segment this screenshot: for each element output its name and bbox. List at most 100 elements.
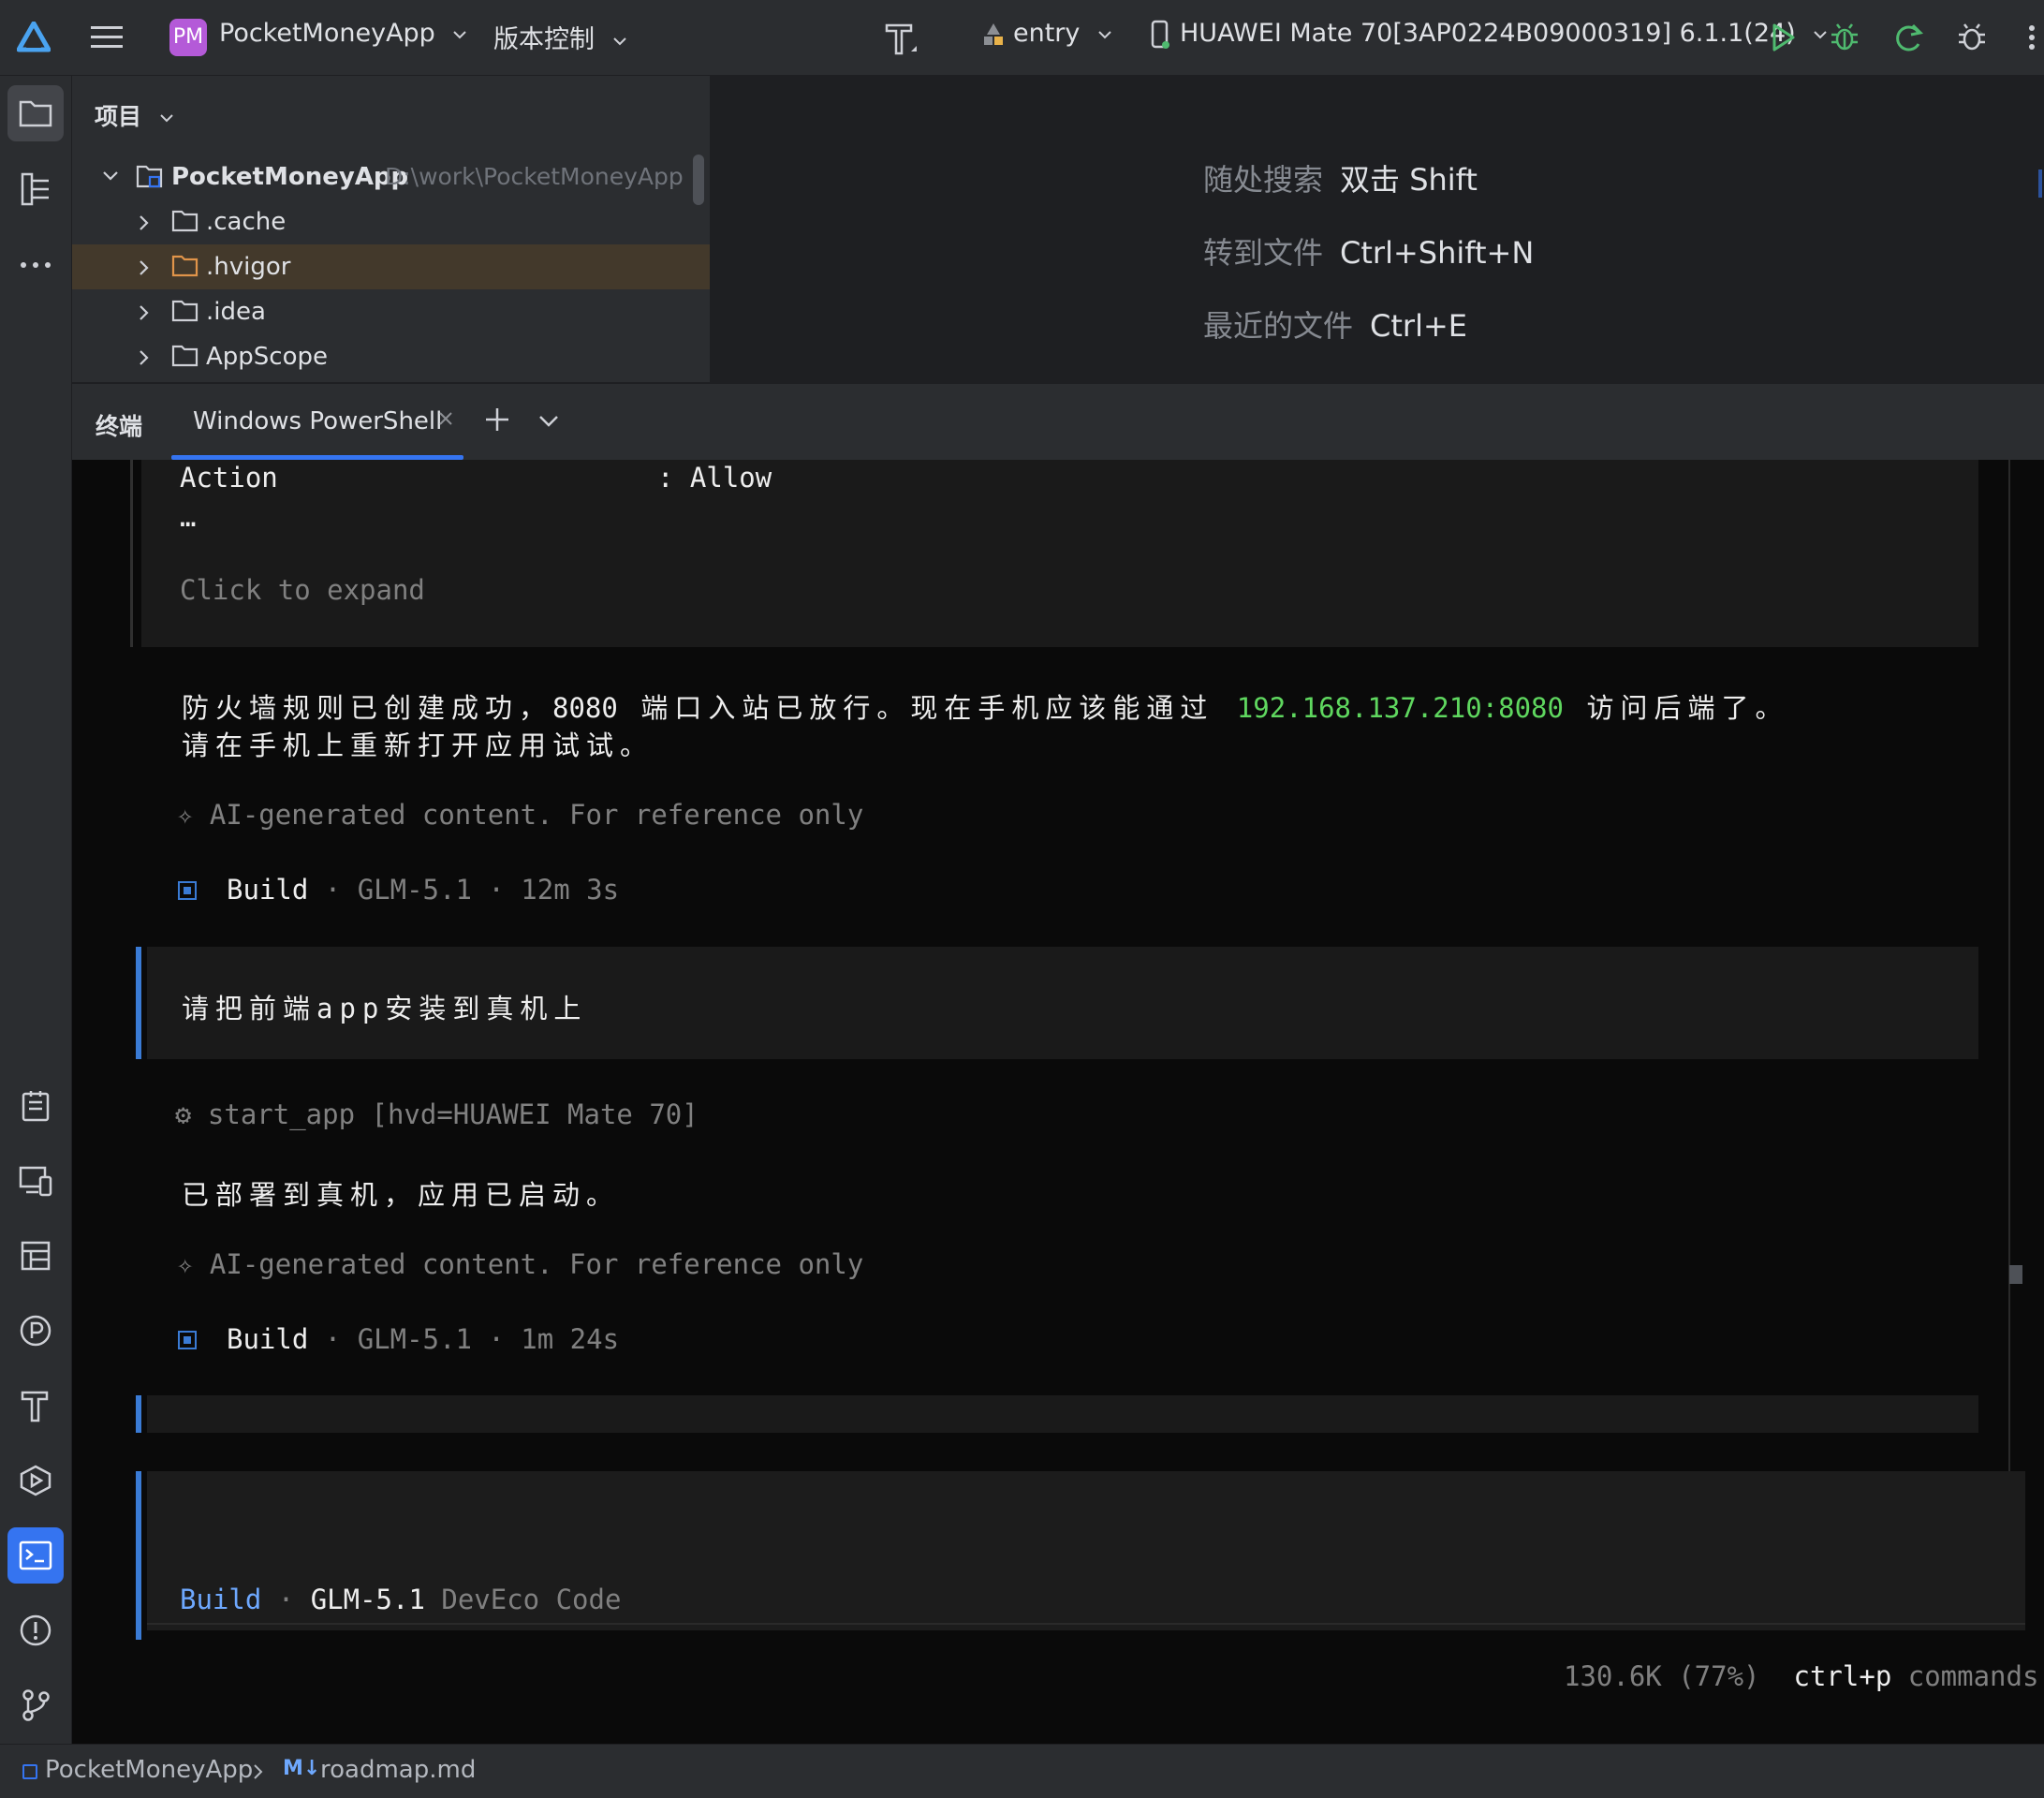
more-horizontal-icon <box>21 262 51 268</box>
output-value: : Allow <box>657 462 772 494</box>
project-panel-title[interactable]: 项目 <box>95 98 174 132</box>
folder-icon <box>171 210 199 232</box>
previewer-tool-button[interactable] <box>7 1303 64 1359</box>
close-tab-icon[interactable] <box>437 410 454 427</box>
build-square-icon <box>178 881 197 900</box>
token-usage: 130.6K (77%) <box>1564 1660 1760 1692</box>
run-icon[interactable] <box>1762 17 1803 58</box>
problems-tool-button[interactable] <box>7 1602 64 1658</box>
chevron-down-icon[interactable] <box>538 415 559 428</box>
project-panel-title-text: 项目 <box>95 103 142 130</box>
build-meta: · GLM-5.1 · 1m 24s <box>308 1323 620 1355</box>
services-tool-button[interactable] <box>7 1452 64 1509</box>
structure-tool-button[interactable] <box>7 161 64 217</box>
shortcut-label: commands <box>1891 1660 2039 1692</box>
phone-icon <box>1151 20 1169 49</box>
chevron-down-icon <box>103 171 118 181</box>
build-label: Build <box>227 1323 309 1355</box>
pending-block <box>147 1395 1978 1433</box>
more-tools-button[interactable] <box>7 237 64 293</box>
device-selector[interactable]: HUAWEI Mate 70[3AP0224B09000319] 6.1.1(2… <box>1150 19 1828 50</box>
build-label: Build <box>227 874 309 906</box>
hint-search-everywhere: 随处搜索 双击 Shift <box>1203 156 1478 199</box>
output-ellipsis: … <box>180 501 197 533</box>
status-bar: PocketMoneyApp M↓ roadmap.md <box>0 1744 2044 1798</box>
ai-disclaimer: ✧ AI-generated content. For reference on… <box>177 1248 864 1280</box>
layout-tool-button[interactable] <box>7 1228 64 1284</box>
terminal-tool-button[interactable] <box>7 1527 64 1584</box>
warning-circle-icon <box>20 1614 51 1646</box>
user-prompt-text: 请把前端app安装到真机上 <box>182 993 588 1024</box>
more-actions-icon[interactable] <box>2022 17 2041 58</box>
msg-text: 端口入站已放行。现在手机应该能通过 <box>617 692 1237 724</box>
terminal-scroll-thumb[interactable] <box>2009 1265 2022 1284</box>
shortcut-key: ctrl+p <box>1793 1660 1892 1692</box>
main-toolbar: PM PocketMoneyApp 版本控制 entry HUAWEI Mate… <box>0 0 2044 76</box>
deveco-logo-icon <box>15 19 52 56</box>
agent-mode-line: Build · GLM-5.1 DevEco Code <box>180 1584 621 1615</box>
project-scrollbar[interactable] <box>693 155 704 205</box>
breadcrumb-project[interactable]: PocketMoneyApp <box>45 1756 253 1784</box>
new-tab-plus-icon[interactable] <box>484 406 510 433</box>
device-label: HUAWEI Mate 70[3AP0224B09000319] 6.1.1(2… <box>1180 19 1796 48</box>
msg-text: 访问后端了。 <box>1563 692 1789 724</box>
table-layout-icon <box>21 1241 51 1271</box>
tab-windows-powershell[interactable]: Windows PowerShell <box>171 384 463 461</box>
git-branch-icon <box>22 1689 50 1721</box>
terminal-output[interactable]: Action : Allow … Click to expand 防火墙规则已创… <box>72 460 2044 1744</box>
project-tool-button[interactable] <box>7 85 64 141</box>
hint-shortcut: Ctrl+Shift+N <box>1340 235 1535 271</box>
terminal-scroll-track[interactable] <box>2008 460 2010 1471</box>
separator: · <box>261 1584 311 1615</box>
editor-edge-marker <box>2038 169 2042 198</box>
ip-address[interactable]: 192.168.137.210:8080 <box>1237 692 1564 724</box>
build-hammer-icon[interactable] <box>880 17 923 60</box>
project-name: PocketMoneyApp <box>219 19 435 48</box>
chevron-right-icon <box>254 1764 263 1779</box>
device-manager-button[interactable] <box>7 1153 64 1209</box>
tab-label: Windows PowerShell <box>193 407 443 435</box>
todo-tool-button[interactable] <box>7 1078 64 1134</box>
hint-action: 最近的文件 <box>1203 308 1354 344</box>
assistant-message-line: 防火墙规则已创建成功，8080 端口入站已放行。现在手机应该能通过 192.16… <box>182 686 1788 726</box>
tree-item[interactable]: .idea <box>72 289 710 334</box>
context-usage-line: 130.6K (77%) ctrl+p commands <box>1564 1660 2038 1692</box>
previewer-p-icon <box>20 1315 51 1347</box>
tool-call-line: ⚙ start_app [hvd=HUAWEI Mate 70] <box>175 1098 698 1130</box>
agent-mode[interactable]: Build <box>180 1584 261 1615</box>
click-to-expand[interactable]: Click to expand <box>180 574 425 606</box>
tree-item[interactable]: .cache <box>72 199 710 244</box>
chevron-down-icon <box>1098 30 1111 38</box>
provider-name: DevEco Code <box>424 1584 622 1615</box>
breadcrumb-file[interactable]: roadmap.md <box>320 1756 476 1784</box>
user-prompt-bar <box>136 947 141 1059</box>
tree-root-name: PocketMoneyApp <box>171 163 409 191</box>
todo-icon <box>22 1091 50 1122</box>
module-selector[interactable]: entry <box>981 19 1112 48</box>
excluded-folder-icon <box>171 255 199 277</box>
assistant-message-line: 请在手机上重新打开应用试试。 <box>182 730 654 761</box>
model-name[interactable]: GLM-5.1 <box>311 1584 425 1615</box>
tree-item[interactable]: AppScope <box>72 334 710 379</box>
hint-action: 转到文件 <box>1203 235 1324 271</box>
build-status-line: Build · GLM-5.1 · 12m 3s <box>227 874 619 906</box>
markdown-icon: M↓ <box>283 1757 321 1780</box>
terminal-title: 终端 <box>96 413 143 440</box>
chevron-right-icon <box>140 215 149 230</box>
chevron-right-icon <box>140 350 149 365</box>
editor-empty-state: 随处搜索 双击 Shift 转到文件 Ctrl+Shift+N 最近的文件 Ctrl+… <box>711 76 2044 382</box>
tree-item-selected[interactable]: .hvigor <box>72 244 710 289</box>
git-tool-button[interactable] <box>7 1677 64 1733</box>
profiler-bug-icon[interactable] <box>1951 17 1993 58</box>
module-icon <box>984 22 1003 45</box>
tree-root-row[interactable]: PocketMoneyApp D:\work\PocketMoneyApp <box>72 155 710 199</box>
project-switcher[interactable]: PocketMoneyApp <box>219 19 467 48</box>
apply-changes-icon[interactable] <box>1888 17 1929 58</box>
build-tool-button[interactable] <box>7 1378 64 1434</box>
left-tool-stripe <box>0 76 72 1744</box>
debug-icon[interactable] <box>1824 17 1865 58</box>
main-menu-icon[interactable] <box>86 17 127 58</box>
vcs-menu[interactable]: 版本控制 <box>493 19 627 55</box>
ai-disclaimer: ✧ AI-generated content. For reference on… <box>177 799 864 831</box>
chevron-right-icon <box>140 260 149 275</box>
